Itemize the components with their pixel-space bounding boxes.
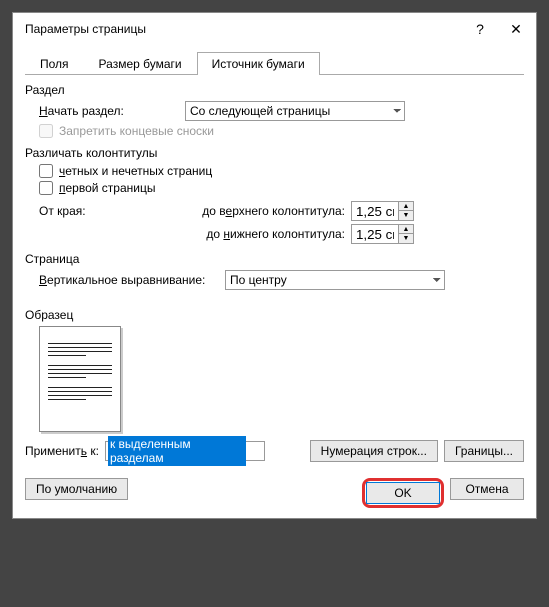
header-distance-input[interactable] [351,201,399,221]
help-button[interactable]: ? [462,15,498,43]
tab-margins[interactable]: Поля [25,52,84,75]
header-spin-down[interactable]: ▼ [399,211,413,220]
ok-highlight-annotation: OK [362,478,444,508]
first-page-label: первой страницы [59,181,155,195]
suppress-endnotes-label: Запретить концевые сноски [59,124,214,138]
tab-paper-source[interactable]: Источник бумаги [197,52,320,75]
to-header-label: до верхнего колонтитула: [185,204,345,218]
apply-to-select[interactable]: к выделенным разделам [105,441,265,461]
from-edge-label: От края: [39,204,179,218]
preview-label: Образец [25,308,524,322]
odd-even-label: четных и нечетных страниц [59,164,212,178]
to-footer-label: до нижнего колонтитула: [185,227,345,241]
tab-strip: Поля Размер бумаги Источник бумаги [25,51,524,75]
page-group-label: Страница [25,252,524,266]
default-button[interactable]: По умолчанию [25,478,128,500]
page-setup-dialog: Параметры страницы ? ✕ Поля Размер бумаг… [12,12,537,519]
apply-to-label: Применить к: [25,444,99,458]
section-start-label: Начать раздел: [39,104,179,118]
header-spin-up[interactable]: ▲ [399,202,413,211]
borders-button[interactable]: Границы... [444,440,524,462]
dialog-title: Параметры страницы [25,22,462,36]
valign-label: Вертикальное выравнивание: [39,273,219,287]
title-bar: Параметры страницы ? ✕ [13,13,536,45]
footer-spin-down[interactable]: ▼ [399,234,413,243]
valign-select[interactable]: По центру [225,270,445,290]
line-numbers-button[interactable]: Нумерация строк... [310,440,438,462]
ok-button[interactable]: OK [366,482,440,504]
preview-thumbnail [39,326,121,432]
section-start-select[interactable]: Со следующей страницы [185,101,405,121]
footer-distance-input[interactable] [351,224,399,244]
suppress-endnotes-checkbox [39,124,53,138]
headers-group-label: Различать колонтитулы [25,146,524,160]
close-button[interactable]: ✕ [498,15,534,43]
first-page-checkbox[interactable] [39,181,53,195]
footer-spin-up[interactable]: ▲ [399,225,413,234]
section-group-label: Раздел [25,83,524,97]
odd-even-checkbox[interactable] [39,164,53,178]
tab-paper-size[interactable]: Размер бумаги [84,52,197,75]
cancel-button[interactable]: Отмена [450,478,524,500]
